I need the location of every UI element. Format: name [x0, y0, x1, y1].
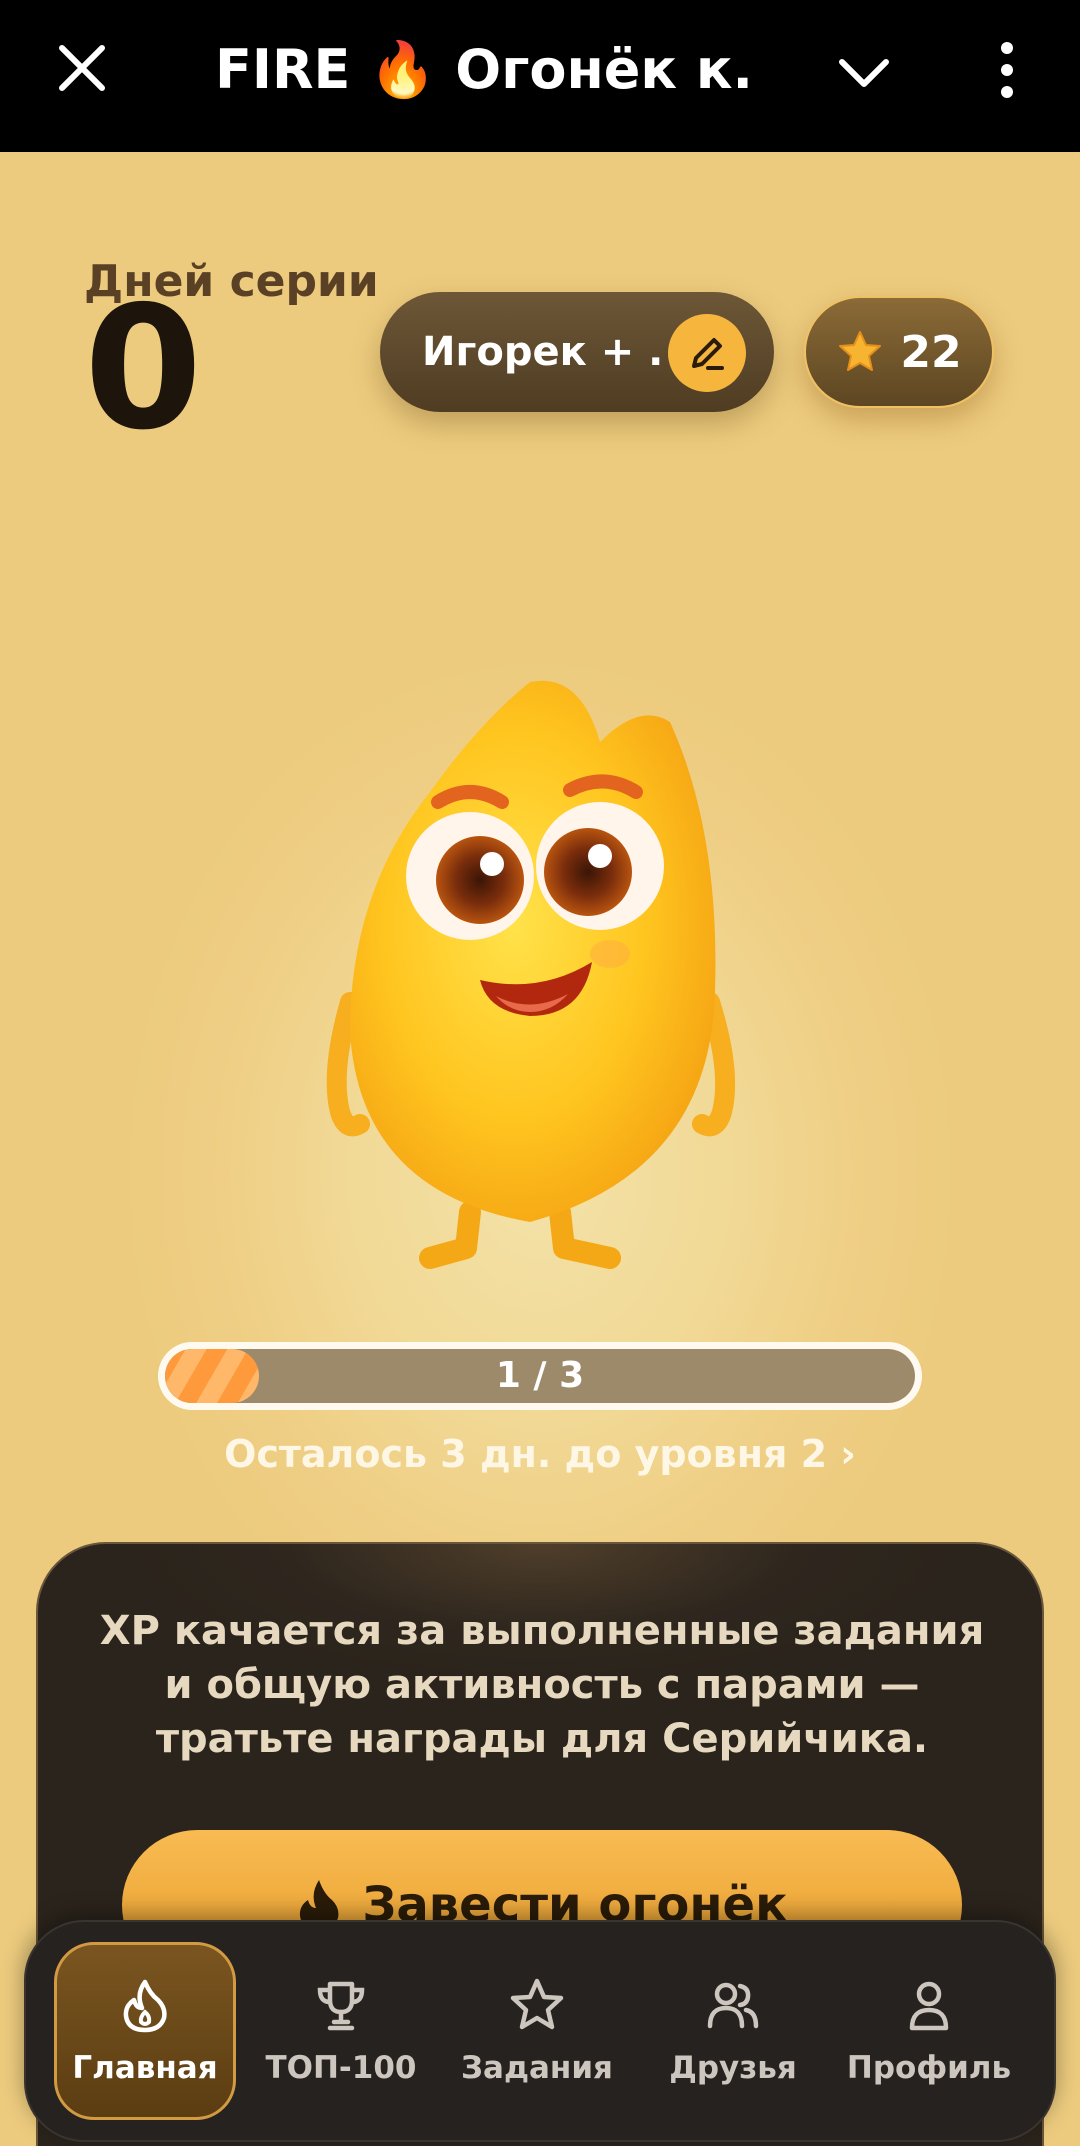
pencil-icon: [692, 338, 724, 370]
pair-name-pill[interactable]: Игорек + ...: [380, 292, 774, 412]
more-vertical-icon[interactable]: [990, 40, 1024, 100]
streak-count: 0: [84, 270, 203, 468]
flame-icon: [123, 1979, 167, 2033]
nav-profile[interactable]: Профиль: [838, 1942, 1020, 2120]
xp-balance[interactable]: 22: [804, 296, 994, 408]
level-progress-bar: 1 / 3: [158, 1342, 922, 1410]
home-screen: Дней серии 0 Игорек + ... 22: [0, 152, 1080, 2146]
chevron-down-icon[interactable]: [836, 44, 892, 100]
xp-info-text: XP качается за выполненные задания и общ…: [99, 1608, 985, 1762]
star-outline-icon: [510, 1978, 564, 2030]
xp-value: 22: [900, 326, 962, 378]
nav-friends-label: Друзья: [669, 2050, 797, 2086]
user-icon: [909, 1981, 949, 2031]
mini-app-header: FIRE 🔥 Огонёк к...: [0, 0, 1080, 152]
users-icon: [707, 1982, 759, 2029]
pair-name: Игорек + ...: [422, 329, 662, 375]
bottom-navigation: Главная ТОП-100 Задания Друзья Профиль: [24, 1920, 1056, 2142]
nav-tasks[interactable]: Задания: [446, 1942, 628, 2120]
nav-home[interactable]: Главная: [54, 1942, 236, 2120]
level-info-link[interactable]: Осталось 3 дн. до уровня 2 ›: [0, 1432, 1080, 1476]
nav-top100-label: ТОП-100: [265, 2050, 417, 2086]
trophy-icon: [317, 1981, 365, 2031]
progress-text: 1 / 3: [495, 1355, 585, 1396]
fire-mascot-image[interactable]: [320, 632, 740, 1272]
nav-top100[interactable]: ТОП-100: [250, 1942, 432, 2120]
nav-friends[interactable]: Друзья: [642, 1942, 824, 2120]
edit-name-button[interactable]: [668, 314, 746, 392]
close-icon[interactable]: [52, 38, 112, 98]
nav-tasks-label: Задания: [461, 2050, 613, 2086]
progress-track: 1 / 3: [165, 1349, 915, 1403]
nav-profile-label: Профиль: [846, 2050, 1012, 2086]
app-title: FIRE 🔥 Огонёк к...: [215, 38, 755, 101]
star-icon: [839, 331, 882, 371]
nav-home-label: Главная: [72, 2050, 218, 2086]
